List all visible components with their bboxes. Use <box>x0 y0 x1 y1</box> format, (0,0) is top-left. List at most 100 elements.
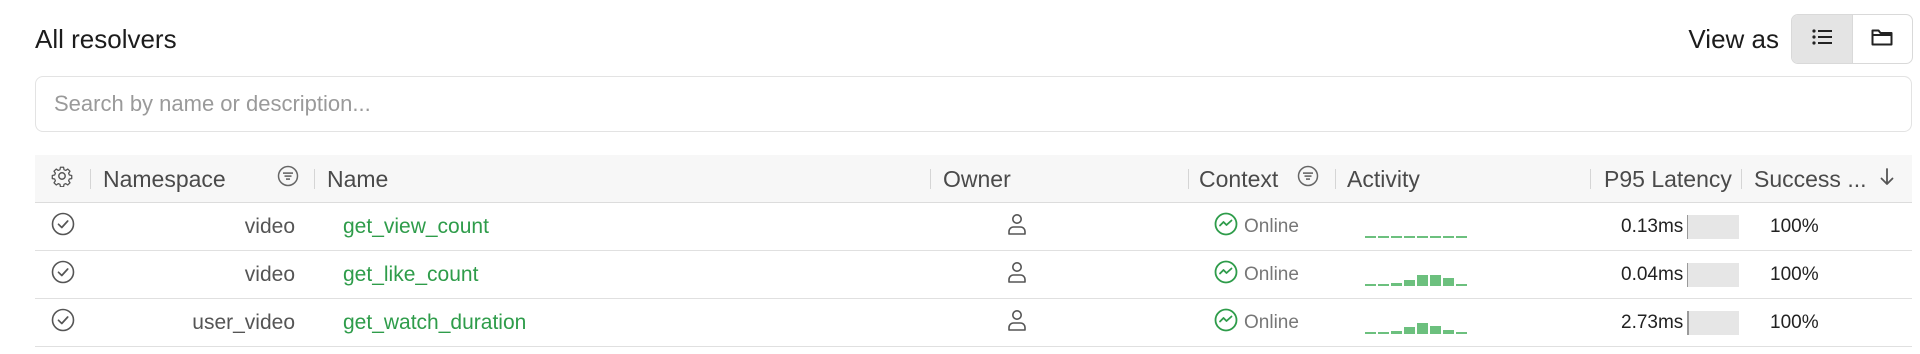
table-row[interactable]: video get_like_count Online 0.04ms 100% <box>35 251 1912 299</box>
check-circle-icon <box>51 260 75 290</box>
search-input[interactable] <box>36 77 1911 131</box>
context-label: Online <box>1244 312 1299 333</box>
row-success-rate: 100% <box>1770 264 1819 285</box>
row-owner <box>1006 299 1028 347</box>
activity-bar <box>1417 236 1428 238</box>
row-context: Online <box>1214 299 1299 347</box>
resolver-name-link[interactable]: get_like_count <box>343 251 478 299</box>
column-divider <box>1188 169 1189 189</box>
table-body: video get_view_count Online 0.13ms 100% … <box>35 203 1912 347</box>
resolver-name-link[interactable]: get_watch_duration <box>343 299 526 347</box>
activity-bar <box>1430 236 1441 238</box>
activity-bar <box>1391 236 1402 238</box>
activity-bar <box>1430 275 1441 286</box>
online-activity-icon <box>1214 212 1238 242</box>
latency-bar <box>1687 215 1740 239</box>
column-header-namespace[interactable]: Namespace <box>103 155 226 203</box>
activity-bar <box>1378 284 1389 286</box>
context-filter-button[interactable] <box>1297 155 1319 203</box>
column-divider <box>930 169 931 189</box>
column-divider <box>1741 169 1742 189</box>
table-header: Namespace Name Owner Context Activity P9… <box>35 155 1912 203</box>
gear-icon <box>51 165 73 193</box>
activity-bar <box>1443 278 1454 286</box>
latency-bar-fill <box>1687 263 1689 287</box>
namespace-filter-button[interactable] <box>277 155 299 203</box>
column-header-context[interactable]: Context <box>1199 155 1278 203</box>
p95-latency-value: 0.13ms <box>1621 216 1684 237</box>
activity-bar <box>1391 283 1402 286</box>
filter-icon <box>1297 165 1319 193</box>
row-p95-latency: 0.04ms <box>1621 251 1740 299</box>
row-p95-latency: 0.13ms <box>1621 203 1740 251</box>
activity-bar <box>1417 275 1428 286</box>
page-title: All resolvers <box>35 24 177 54</box>
table-row[interactable]: user_video get_watch_duration Online 2.7… <box>35 299 1912 347</box>
column-divider <box>90 169 91 189</box>
row-context: Online <box>1214 251 1299 299</box>
table-row[interactable]: video get_view_count Online 0.13ms 100% <box>35 203 1912 251</box>
context-label: Online <box>1244 264 1299 285</box>
activity-bar <box>1391 331 1402 334</box>
activity-bar <box>1365 236 1376 238</box>
list-view-button[interactable] <box>1792 15 1853 63</box>
check-circle-icon <box>51 212 75 242</box>
arrow-down-icon <box>1879 166 1895 193</box>
view-toggle <box>1791 14 1913 64</box>
user-icon <box>1006 212 1028 242</box>
view-as-label: View as <box>1688 24 1779 54</box>
column-settings-button[interactable] <box>51 155 73 203</box>
row-context: Online <box>1214 203 1299 251</box>
latency-bar-fill <box>1687 215 1689 239</box>
activity-bar <box>1404 236 1415 238</box>
sort-descending-button[interactable] <box>1879 155 1895 203</box>
activity-bar <box>1443 330 1454 334</box>
column-divider <box>314 169 315 189</box>
filter-icon <box>277 165 299 193</box>
user-icon <box>1006 260 1028 290</box>
row-status <box>51 203 75 251</box>
activity-bar <box>1404 327 1415 334</box>
resolver-name-link[interactable]: get_view_count <box>343 203 489 251</box>
column-header-name[interactable]: Name <box>327 155 388 203</box>
activity-bar <box>1365 332 1376 334</box>
row-namespace: video <box>244 215 295 238</box>
row-status <box>51 299 75 347</box>
column-divider <box>1590 169 1591 189</box>
column-header-activity[interactable]: Activity <box>1347 155 1420 203</box>
activity-bar <box>1443 236 1454 238</box>
row-success-rate: 100% <box>1770 216 1819 237</box>
check-circle-icon <box>51 308 75 338</box>
column-header-owner[interactable]: Owner <box>943 155 1011 203</box>
row-owner <box>1006 203 1028 251</box>
row-status <box>51 251 75 299</box>
latency-bar <box>1687 311 1740 335</box>
column-header-success[interactable]: Success ... <box>1754 155 1866 203</box>
activity-bar <box>1365 284 1376 286</box>
activity-bar <box>1378 332 1389 334</box>
page-header: All resolvers View as <box>35 14 1913 78</box>
list-icon <box>1811 28 1833 51</box>
user-icon <box>1006 308 1028 338</box>
row-success-rate: 100% <box>1770 312 1819 333</box>
row-namespace: video <box>244 263 295 286</box>
latency-bar <box>1687 263 1740 287</box>
column-header-p95-latency[interactable]: P95 Latency <box>1604 155 1732 203</box>
activity-bar <box>1430 326 1441 334</box>
p95-latency-value: 2.73ms <box>1621 312 1684 333</box>
activity-sparkline <box>1365 299 1475 347</box>
latency-bar-fill <box>1687 311 1690 335</box>
resolvers-table: Namespace Name Owner Context Activity P9… <box>35 155 1912 347</box>
folder-view-button[interactable] <box>1853 15 1913 63</box>
column-divider <box>1335 169 1336 189</box>
folder-icon <box>1871 28 1893 51</box>
online-activity-icon <box>1214 308 1238 338</box>
activity-bar <box>1456 236 1467 238</box>
activity-bar <box>1404 280 1415 286</box>
activity-sparkline <box>1365 251 1475 299</box>
activity-bar <box>1378 236 1389 238</box>
p95-latency-value: 0.04ms <box>1621 264 1684 285</box>
activity-bar <box>1456 332 1467 334</box>
row-namespace: user_video <box>192 311 295 334</box>
search-box <box>35 76 1912 132</box>
